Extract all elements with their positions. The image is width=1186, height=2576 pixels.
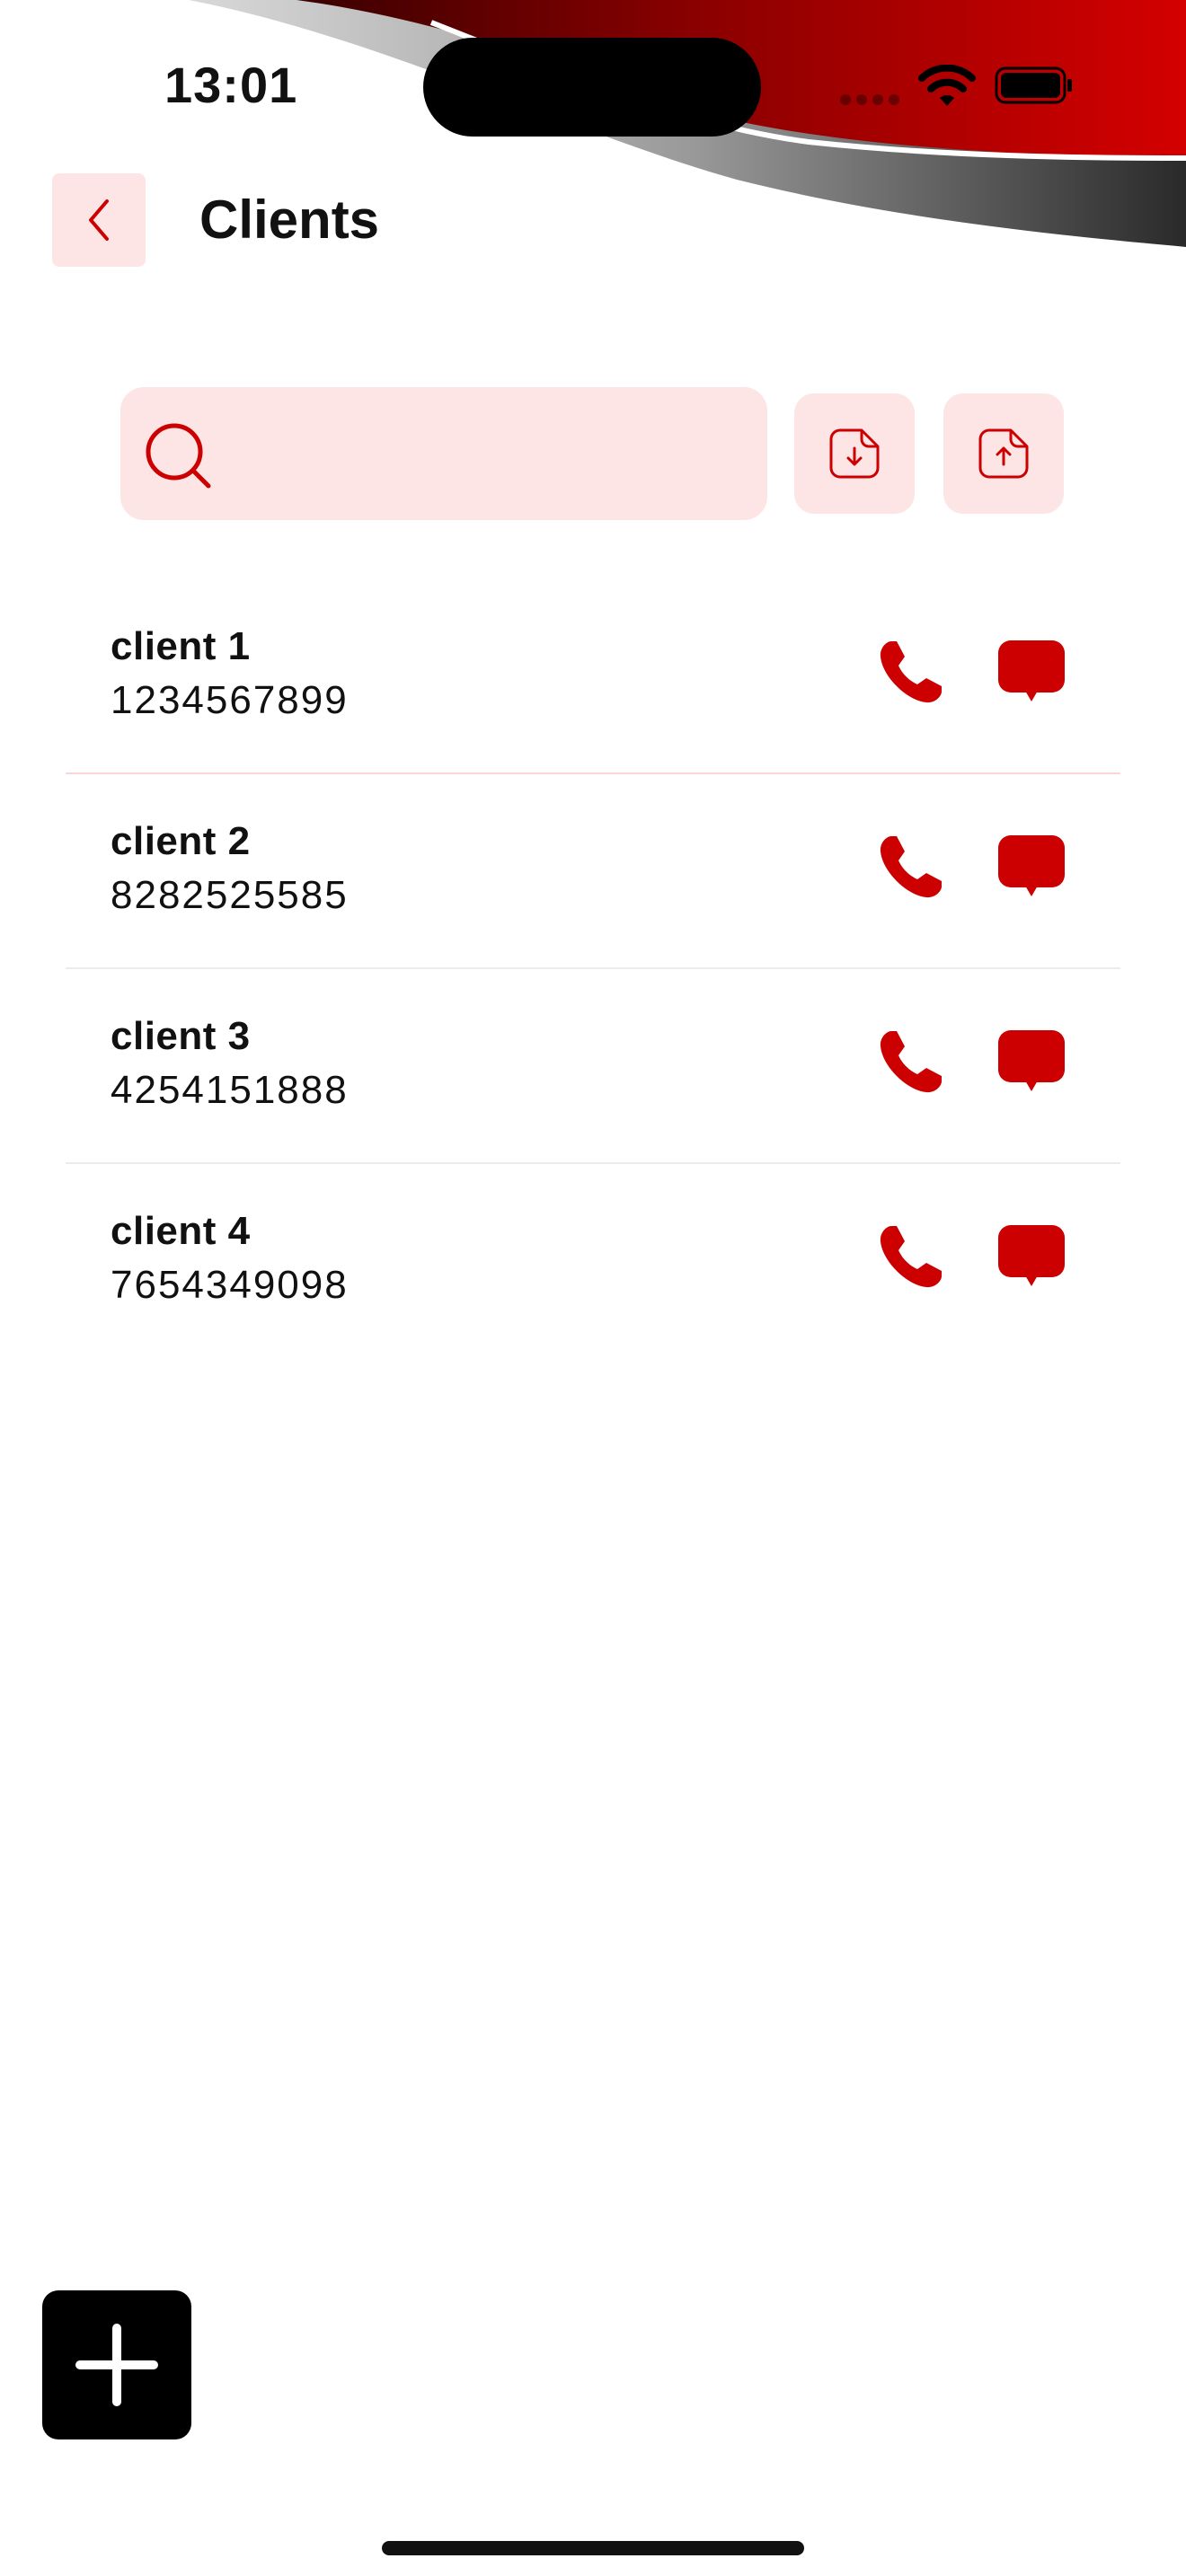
- message-bubble-icon[interactable]: [995, 830, 1068, 904]
- message-bubble-icon[interactable]: [995, 1220, 1068, 1293]
- search-icon: [146, 423, 211, 489]
- list-item[interactable]: client 4 7654349098: [66, 1164, 1120, 1359]
- client-phone: 7654349098: [111, 1263, 349, 1307]
- client-phone: 1234567899: [111, 678, 349, 722]
- phone-icon[interactable]: [874, 1025, 948, 1098]
- list-item[interactable]: client 1 1234567899: [66, 579, 1120, 774]
- export-button[interactable]: [943, 393, 1064, 514]
- message-bubble-icon[interactable]: [995, 1025, 1068, 1098]
- message-bubble-icon[interactable]: [995, 635, 1068, 709]
- page-title: Clients: [199, 190, 380, 250]
- phone-icon[interactable]: [874, 635, 948, 709]
- client-list: client 1 1234567899 client 2 8282525585 …: [66, 579, 1120, 1359]
- search-bar[interactable]: [120, 387, 767, 522]
- phone-icon[interactable]: [874, 1220, 948, 1293]
- file-upload-icon: [978, 428, 1029, 479]
- search-input[interactable]: [228, 387, 753, 522]
- add-client-button[interactable]: [42, 2290, 191, 2439]
- file-download-icon: [829, 428, 880, 479]
- status-time: 13:01: [164, 57, 298, 113]
- client-phone: 8282525585: [111, 873, 349, 917]
- list-item[interactable]: client 2 8282525585: [66, 774, 1120, 969]
- cellular-signal-icon: [840, 93, 905, 110]
- import-button[interactable]: [794, 393, 915, 514]
- client-name: client 4: [111, 1209, 251, 1253]
- list-item[interactable]: client 3 4254151888: [66, 969, 1120, 1164]
- plus-icon: [75, 2324, 158, 2406]
- dynamic-island: [423, 38, 761, 137]
- client-name: client 1: [111, 624, 251, 668]
- battery-icon: [995, 66, 1072, 104]
- wifi-icon: [918, 65, 976, 106]
- chevron-left-icon: [89, 199, 109, 241]
- phone-icon[interactable]: [874, 830, 948, 904]
- client-phone: 4254151888: [111, 1068, 349, 1112]
- back-button[interactable]: [52, 173, 146, 267]
- client-name: client 2: [111, 819, 251, 863]
- client-name: client 3: [111, 1014, 251, 1058]
- home-indicator[interactable]: [382, 2541, 804, 2555]
